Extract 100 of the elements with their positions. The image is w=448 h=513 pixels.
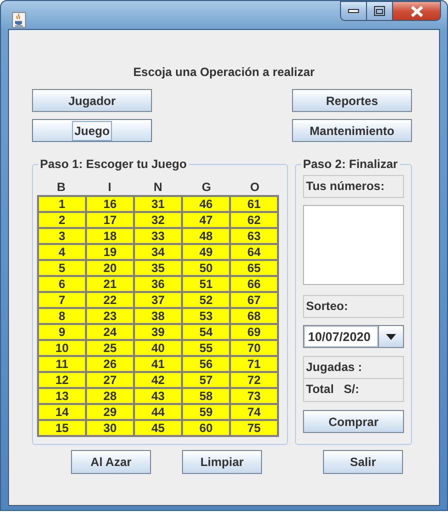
number-cell[interactable]: 48 [182, 228, 230, 244]
number-cell[interactable]: 64 [230, 244, 278, 260]
date-dropdown[interactable]: 10/07/2020 [303, 325, 404, 348]
number-cell[interactable]: 28 [86, 388, 134, 404]
number-cell[interactable]: 58 [182, 388, 230, 404]
plays-label: Jugadas : [303, 356, 404, 379]
number-cell[interactable]: 60 [182, 420, 230, 436]
panel-legend: Paso 2: Finalizar [301, 157, 400, 171]
number-cell[interactable]: 18 [86, 228, 134, 244]
number-cell[interactable]: 29 [86, 404, 134, 420]
number-cell[interactable]: 7 [38, 292, 86, 308]
number-cell[interactable]: 50 [182, 260, 230, 276]
number-cell[interactable]: 61 [230, 196, 278, 212]
number-cell[interactable]: 37 [134, 292, 182, 308]
number-cell[interactable]: 51 [182, 276, 230, 292]
number-cell[interactable]: 8 [38, 308, 86, 324]
number-cell[interactable]: 33 [134, 228, 182, 244]
number-cell[interactable]: 24 [86, 324, 134, 340]
number-cell[interactable]: 55 [182, 340, 230, 356]
number-cell[interactable]: 59 [182, 404, 230, 420]
number-cell[interactable]: 21 [86, 276, 134, 292]
number-cell[interactable]: 1 [38, 196, 86, 212]
number-cell[interactable]: 11 [38, 356, 86, 372]
number-cell[interactable]: 31 [134, 196, 182, 212]
number-cell[interactable]: 46 [182, 196, 230, 212]
buy-button[interactable]: Comprar [303, 410, 404, 433]
number-cell[interactable]: 56 [182, 356, 230, 372]
number-cell[interactable]: 39 [134, 324, 182, 340]
action-button[interactable]: Al Azar [71, 450, 151, 474]
number-cell[interactable]: 70 [230, 340, 278, 356]
number-cell[interactable]: 35 [134, 260, 182, 276]
number-cell[interactable]: 67 [230, 292, 278, 308]
number-cell[interactable]: 68 [230, 308, 278, 324]
number-cell[interactable]: 42 [134, 372, 182, 388]
column-header: G [200, 179, 212, 195]
column-header: N [152, 179, 164, 195]
number-cell[interactable]: 71 [230, 356, 278, 372]
number-cell[interactable]: 15 [38, 420, 86, 436]
number-cell[interactable]: 13 [38, 388, 86, 404]
number-cell[interactable]: 16 [86, 196, 134, 212]
number-cell[interactable]: 72 [230, 372, 278, 388]
menu-button[interactable]: Juego [32, 119, 152, 142]
minimize-icon [348, 8, 359, 14]
minimize-button[interactable] [340, 1, 367, 21]
number-cell[interactable]: 41 [134, 356, 182, 372]
number-cell[interactable]: 63 [230, 228, 278, 244]
number-cell[interactable]: 73 [230, 388, 278, 404]
number-cell[interactable]: 4 [38, 244, 86, 260]
draw-label: Sorteo: [303, 295, 404, 318]
column-header: I [106, 179, 112, 195]
caret-down-icon [386, 334, 396, 340]
number-cell[interactable]: 19 [86, 244, 134, 260]
number-cell[interactable]: 57 [182, 372, 230, 388]
menu-button[interactable]: Mantenimiento [292, 119, 412, 142]
maximize-button[interactable] [367, 1, 393, 21]
number-cell[interactable]: 22 [86, 292, 134, 308]
action-button[interactable]: Limpiar [182, 450, 262, 474]
maximize-icon [374, 6, 385, 16]
number-cell[interactable]: 69 [230, 324, 278, 340]
number-cell[interactable]: 12 [38, 372, 86, 388]
total-label: Total S/: [303, 379, 404, 402]
number-cell[interactable]: 74 [230, 404, 278, 420]
number-cell[interactable]: 53 [182, 308, 230, 324]
number-cell[interactable]: 25 [86, 340, 134, 356]
number-cell[interactable]: 10 [38, 340, 86, 356]
number-cell[interactable]: 30 [86, 420, 134, 436]
action-button[interactable]: Salir [323, 450, 403, 474]
number-cell[interactable]: 14 [38, 404, 86, 420]
number-cell[interactable]: 75 [230, 420, 278, 436]
number-cell[interactable]: 52 [182, 292, 230, 308]
number-cell[interactable]: 66 [230, 276, 278, 292]
number-cell[interactable]: 47 [182, 212, 230, 228]
number-cell[interactable]: 40 [134, 340, 182, 356]
number-cell[interactable]: 3 [38, 228, 86, 244]
number-cell[interactable]: 36 [134, 276, 182, 292]
number-cell[interactable]: 5 [38, 260, 86, 276]
number-cell[interactable]: 65 [230, 260, 278, 276]
heading-text: Escoja una Operación a realizar [132, 64, 316, 81]
menu-button[interactable]: Jugador [32, 89, 152, 112]
number-cell[interactable]: 2 [38, 212, 86, 228]
number-cell[interactable]: 44 [134, 404, 182, 420]
column-header: B [56, 179, 67, 195]
number-cell[interactable]: 49 [182, 244, 230, 260]
menu-button[interactable]: Reportes [292, 89, 412, 112]
number-cell[interactable]: 26 [86, 356, 134, 372]
number-cell[interactable]: 38 [134, 308, 182, 324]
number-cell[interactable]: 54 [182, 324, 230, 340]
number-cell[interactable]: 17 [86, 212, 134, 228]
number-cell[interactable]: 20 [86, 260, 134, 276]
number-cell[interactable]: 9 [38, 324, 86, 340]
number-cell[interactable]: 62 [230, 212, 278, 228]
number-cell[interactable]: 45 [134, 420, 182, 436]
number-cell[interactable]: 34 [134, 244, 182, 260]
number-cell[interactable]: 43 [134, 388, 182, 404]
number-cell[interactable]: 6 [38, 276, 86, 292]
number-cell[interactable]: 23 [86, 308, 134, 324]
numbers-label: Tus números: [303, 175, 404, 198]
number-cell[interactable]: 27 [86, 372, 134, 388]
close-button[interactable] [393, 1, 441, 21]
number-cell[interactable]: 32 [134, 212, 182, 228]
